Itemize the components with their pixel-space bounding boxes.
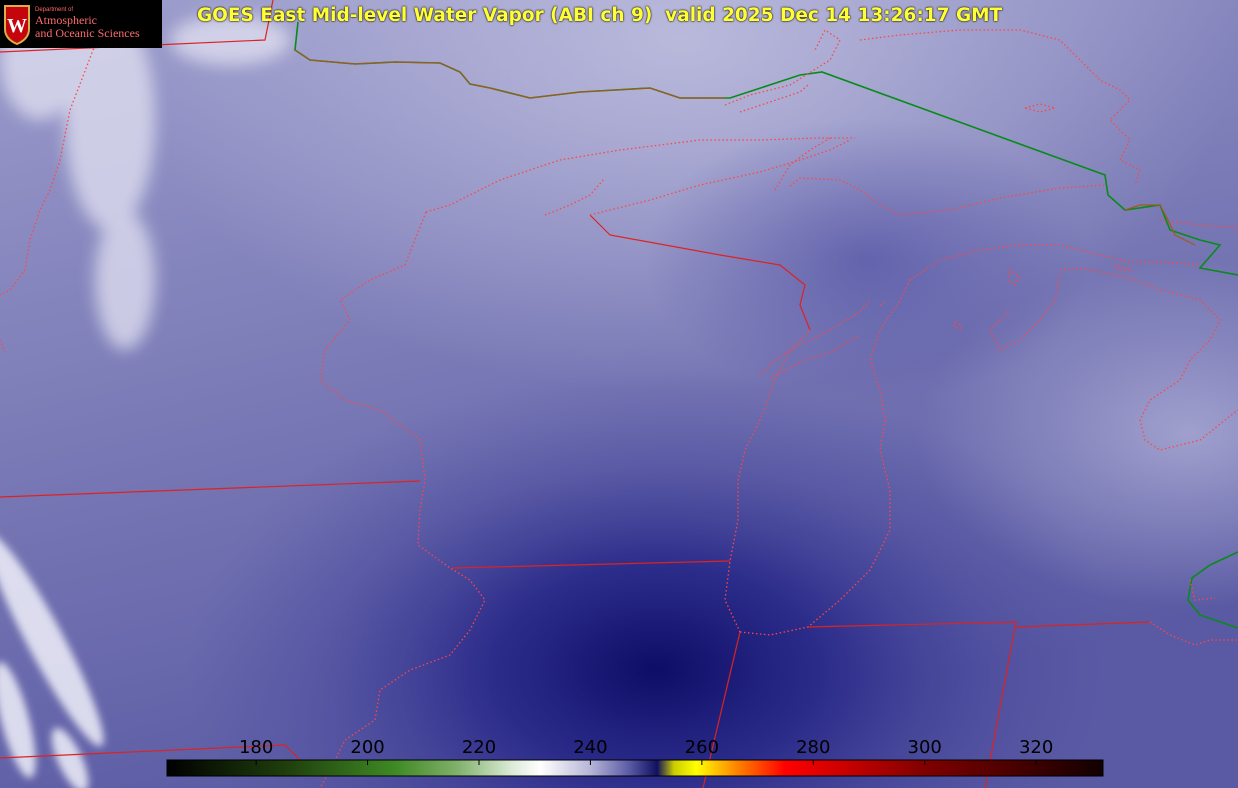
colorbar-tick-label: 220 <box>462 737 496 758</box>
temperature-colorbar: 180 200 220 240 260 280 300 320 <box>166 737 1104 777</box>
colorbar-tick-label: 280 <box>796 737 830 758</box>
colorbar-tick-label: 260 <box>685 737 719 758</box>
colorbar-tick-label: 240 <box>573 737 607 758</box>
colorbar-tick-label: 300 <box>908 737 942 758</box>
map-stage: W Department of Atmospheric and Oceanic … <box>0 0 1238 788</box>
colorbar-tick-label: 320 <box>1019 737 1053 758</box>
colorbar-tick-label: 200 <box>350 737 384 758</box>
colorbar-ticks: 180 200 220 240 260 280 300 320 <box>239 737 1053 758</box>
colorbar-tick-label: 180 <box>239 737 273 758</box>
colorbar-gradient <box>166 759 1104 777</box>
